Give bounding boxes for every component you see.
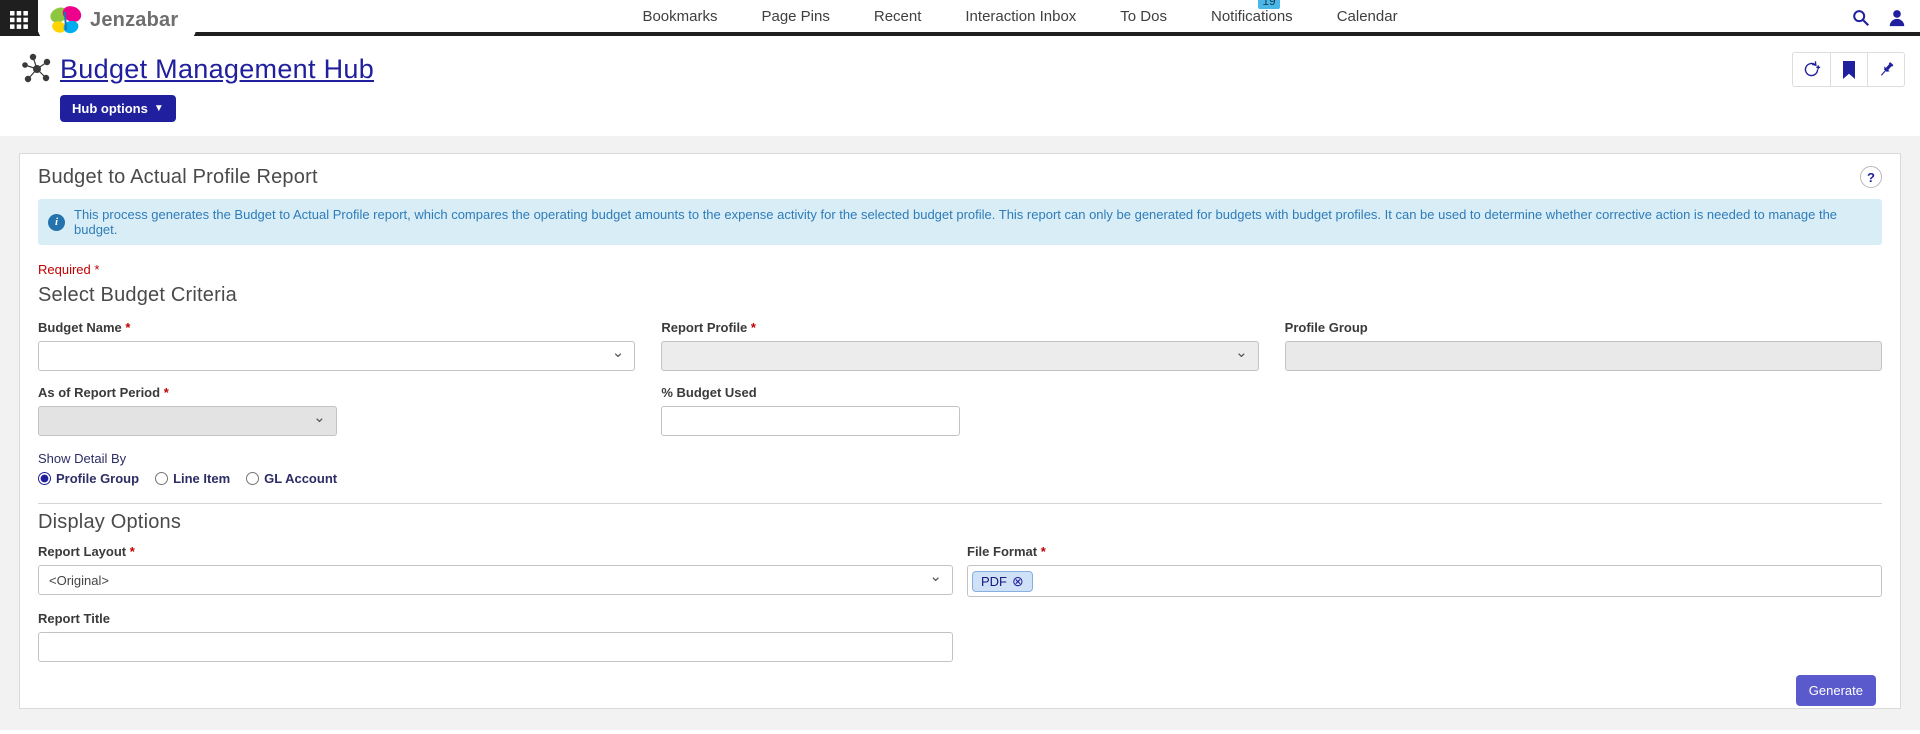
- report-layout-value: <Original>: [49, 573, 109, 588]
- budget-name-required-asterisk: *: [125, 320, 130, 335]
- report-profile-label: Report Profile: [661, 320, 747, 335]
- budget-name-label: Budget Name: [38, 320, 122, 335]
- report-title-label: Report Title: [38, 611, 110, 626]
- apps-grid-icon: [10, 11, 28, 29]
- chevron-down-icon: ▼: [154, 103, 164, 114]
- report-layout-required-asterisk: *: [130, 544, 135, 559]
- show-detail-by-label: Show Detail By: [38, 451, 1882, 466]
- nav-recent[interactable]: Recent: [874, 8, 922, 25]
- radio-profile-group-label: Profile Group: [56, 471, 139, 486]
- refresh-add-button[interactable]: [1793, 53, 1830, 86]
- profile-group-group: Profile Group: [1285, 320, 1882, 371]
- search-icon[interactable]: [1848, 5, 1874, 31]
- radio-line-item[interactable]: Line Item: [155, 471, 230, 486]
- pct-budget-used-group: % Budget Used: [661, 385, 1258, 436]
- radio-profile-group-input[interactable]: [38, 472, 51, 485]
- file-format-required-asterisk: *: [1041, 544, 1046, 559]
- butterfly-logo-icon: [48, 6, 84, 36]
- report-profile-select[interactable]: ⌄: [661, 341, 1258, 371]
- radio-gl-account[interactable]: GL Account: [246, 471, 337, 486]
- required-label: Required: [38, 262, 91, 277]
- pct-budget-used-input[interactable]: [661, 406, 960, 436]
- radio-line-item-label: Line Item: [173, 471, 230, 486]
- display-options-heading: Display Options: [38, 511, 1882, 534]
- as-of-report-period-label: As of Report Period: [38, 385, 160, 400]
- pushpin-button[interactable]: [1867, 53, 1904, 86]
- apps-grid-button[interactable]: [0, 0, 38, 40]
- top-bar-icons: [1848, 0, 1910, 36]
- hub-network-icon: [14, 52, 60, 86]
- info-message-text: This process generates the Budget to Act…: [74, 207, 1872, 237]
- notifications-count-badge: 19: [1258, 0, 1279, 9]
- file-format-chip-label: PDF: [981, 574, 1007, 589]
- file-format-label: File Format: [967, 544, 1037, 559]
- as-of-report-period-select[interactable]: ⌄: [38, 406, 337, 436]
- budget-name-select[interactable]: ⌄: [38, 341, 635, 371]
- info-message-bar: i This process generates the Budget to A…: [38, 199, 1882, 245]
- remove-chip-icon[interactable]: ⊗: [1012, 574, 1024, 588]
- radio-gl-account-label: GL Account: [264, 471, 337, 486]
- hub-options-button[interactable]: Hub options ▼: [60, 95, 176, 122]
- report-layout-select[interactable]: <Original> ⌄: [38, 565, 953, 595]
- required-asterisk: *: [94, 262, 99, 277]
- nav-notifications-label: Notifications: [1211, 8, 1293, 25]
- criteria-section-heading: Select Budget Criteria: [38, 284, 1882, 307]
- file-format-chip: PDF ⊗: [972, 571, 1033, 592]
- generate-button[interactable]: Generate: [1796, 675, 1876, 706]
- hub-header: Budget Management Hub Hub options ▼: [0, 36, 1920, 136]
- hub-options-label: Hub options: [72, 101, 148, 116]
- report-title-heading: Budget to Actual Profile Report: [38, 166, 318, 189]
- report-panel: Budget to Actual Profile Report ? i This…: [19, 153, 1901, 709]
- chevron-down-icon: ⌄: [929, 572, 942, 582]
- chevron-down-icon: ⌄: [313, 413, 326, 423]
- report-title-input[interactable]: [38, 632, 953, 662]
- jenzabar-logo[interactable]: Jenzabar: [38, 0, 196, 41]
- radio-line-item-input[interactable]: [155, 472, 168, 485]
- report-profile-required-asterisk: *: [751, 320, 756, 335]
- bookmark-button[interactable]: [1830, 53, 1867, 86]
- pct-budget-used-label: % Budget Used: [661, 385, 756, 400]
- profile-group-label: Profile Group: [1285, 320, 1368, 335]
- required-note: Required *: [38, 262, 1882, 277]
- report-profile-group: Report Profile * ⌄: [661, 320, 1258, 371]
- profile-group-input[interactable]: [1285, 341, 1882, 371]
- user-profile-icon[interactable]: [1884, 5, 1910, 31]
- chevron-down-icon: ⌄: [1235, 348, 1248, 358]
- report-layout-label: Report Layout: [38, 544, 126, 559]
- as-of-report-period-group: As of Report Period * ⌄: [38, 385, 635, 436]
- report-title-group: Report Title: [38, 611, 1882, 662]
- hub-toolbar: [1792, 52, 1905, 87]
- hub-title-link[interactable]: Budget Management Hub: [60, 54, 374, 85]
- radio-gl-account-input[interactable]: [246, 472, 259, 485]
- nav-page-pins[interactable]: Page Pins: [761, 8, 829, 25]
- info-icon: i: [48, 214, 65, 231]
- nav-calendar[interactable]: Calendar: [1337, 8, 1398, 25]
- nav-notifications[interactable]: Notifications19: [1211, 8, 1293, 25]
- help-button[interactable]: ?: [1860, 166, 1882, 188]
- file-format-input[interactable]: PDF ⊗: [967, 565, 1882, 597]
- chevron-down-icon: ⌄: [612, 348, 625, 358]
- nav-bookmarks[interactable]: Bookmarks: [642, 8, 717, 25]
- nav-interaction-inbox[interactable]: Interaction Inbox: [965, 8, 1076, 25]
- top-bar: Jenzabar Bookmarks Page Pins Recent Inte…: [0, 0, 1920, 36]
- section-divider: [38, 503, 1882, 504]
- logo-text: Jenzabar: [90, 9, 178, 32]
- top-nav: Bookmarks Page Pins Recent Interaction I…: [522, 8, 1397, 25]
- show-detail-by-group: Show Detail By Profile Group Line Item G…: [38, 451, 1882, 486]
- file-format-group: File Format * PDF ⊗: [967, 544, 1882, 597]
- budget-name-group: Budget Name * ⌄: [38, 320, 635, 371]
- nav-to-dos[interactable]: To Dos: [1120, 8, 1167, 25]
- report-layout-group: Report Layout * <Original> ⌄: [38, 544, 953, 597]
- as-of-report-period-required-asterisk: *: [164, 385, 169, 400]
- radio-profile-group[interactable]: Profile Group: [38, 471, 139, 486]
- page-background: Budget to Actual Profile Report ? i This…: [0, 136, 1920, 730]
